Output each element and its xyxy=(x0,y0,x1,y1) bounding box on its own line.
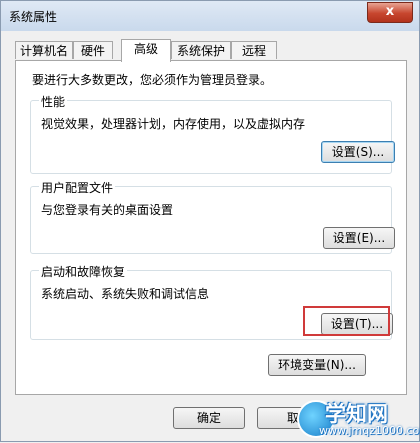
advanced-tab-panel: 要进行大多数更改，您必须作为管理员登录。 性能 视觉效果，处理器计划，内存使用，… xyxy=(15,60,407,395)
window-title: 系统属性 xyxy=(9,10,58,24)
watermark-url: www.jmqz1000.com xyxy=(319,424,420,437)
startup-recovery-group: 启动和故障恢复 系统启动、系统失败和调试信息 设置(T)... xyxy=(30,263,393,340)
tab-computer-name[interactable]: 计算机名 xyxy=(15,41,73,59)
startup-recovery-desc: 系统启动、系统失败和调试信息 xyxy=(41,287,210,301)
performance-desc: 视觉效果，处理器计划，内存使用，以及虚拟内存 xyxy=(41,117,306,131)
user-profiles-group: 用户配置文件 与您登录有关的桌面设置 设置(E)... xyxy=(30,179,395,254)
admin-notice: 要进行大多数更改，您必须作为管理员登录。 xyxy=(32,73,273,87)
tab-hardware[interactable]: 硬件 xyxy=(73,41,113,59)
system-properties-dialog: 系统属性 x 计算机名 硬件 高级 系统保护 远程 要进行大多数更改，您必须作为… xyxy=(0,0,420,442)
user-profiles-desc: 与您登录有关的桌面设置 xyxy=(41,203,174,217)
close-button[interactable]: x xyxy=(367,2,413,23)
startup-recovery-title: 启动和故障恢复 xyxy=(39,263,128,280)
startup-recovery-settings-button[interactable]: 设置(T)... xyxy=(321,313,393,335)
close-icon: x xyxy=(385,4,395,19)
performance-settings-button[interactable]: 设置(S)... xyxy=(321,141,395,163)
title-bar: 系统属性 x xyxy=(1,1,419,31)
watermark-logo: 学知网 www.jmqz1000.com xyxy=(297,394,420,443)
tab-advanced[interactable]: 高级 xyxy=(121,39,171,62)
user-profiles-title: 用户配置文件 xyxy=(39,179,116,196)
ok-button[interactable]: 确定 xyxy=(173,407,245,429)
tab-remote[interactable]: 远程 xyxy=(231,41,277,59)
tab-system-protection[interactable]: 系统保护 xyxy=(171,41,231,59)
performance-title: 性能 xyxy=(39,93,68,110)
performance-group: 性能 视觉效果，处理器计划，内存使用，以及虚拟内存 设置(S)... xyxy=(30,93,395,174)
environment-variables-button[interactable]: 环境变量(N)... xyxy=(268,354,366,376)
user-profiles-settings-button[interactable]: 设置(E)... xyxy=(323,227,395,249)
